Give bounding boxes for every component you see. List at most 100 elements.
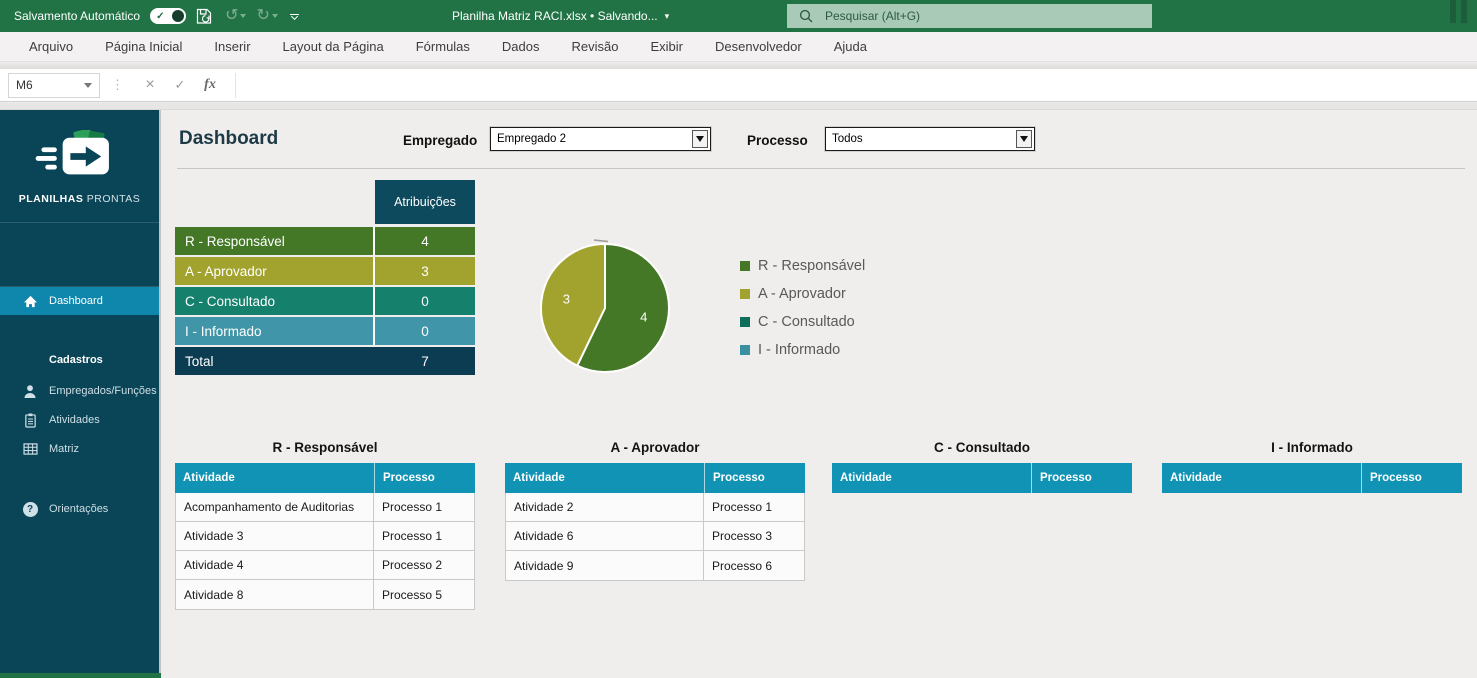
table-header-row: Atividade Processo: [505, 463, 805, 493]
sidebar-item-matriz[interactable]: Matriz: [0, 435, 159, 463]
clipboard-icon: [22, 413, 38, 428]
brand-name: PLANILHAS PRONTAS: [0, 193, 159, 205]
summary-total-label: Total: [185, 353, 214, 369]
chevron-down-icon: [696, 136, 704, 142]
tab-ajuda[interactable]: Ajuda: [818, 32, 883, 61]
table-header-cell: Atividade: [505, 463, 705, 493]
table-cell: Processo 1: [382, 500, 443, 514]
table-cell: Atividade 9: [506, 551, 704, 580]
legend-label: C - Consultado: [758, 314, 855, 330]
sidebar-section-cadastros: Cadastros: [49, 354, 103, 366]
search-input[interactable]: [825, 9, 1105, 23]
undo-button[interactable]: ↺: [225, 4, 247, 28]
scrollbar[interactable]: [1450, 0, 1456, 23]
legend-swatch: [740, 289, 750, 299]
sidebar-item-label: Empregados/Funções: [49, 385, 157, 397]
toggle-check-icon: ✓: [156, 10, 165, 22]
save-icon[interactable]: [196, 4, 215, 28]
tab-exibir[interactable]: Exibir: [634, 32, 699, 61]
table-informado: Atividade Processo: [1162, 463, 1462, 493]
table-cell: Processo 1: [712, 500, 773, 514]
summary-row-value: 3: [421, 263, 429, 279]
table-title-responsavel: R - Responsável: [272, 440, 378, 455]
dashboard-content: Dashboard Empregado Empregado 2 Processo…: [163, 110, 1477, 678]
table-header-cell: Atividade: [1162, 463, 1362, 493]
tab-arquivo[interactable]: Arquivo: [13, 32, 89, 61]
confirm-entry-button[interactable]: ✓: [165, 77, 195, 93]
table-row: Atividade 9 Processo 6: [506, 551, 804, 580]
search-box[interactable]: [787, 4, 1152, 28]
summary-row-aprovador: A - Aprovador 3: [175, 257, 475, 285]
legend-item: I - Informado: [740, 340, 865, 360]
document-title[interactable]: Planilha Matriz RACI.xlsx • Salvando... …: [452, 0, 669, 32]
table-cell: Processo 3: [712, 529, 773, 543]
summary-row-consultado: C - Consultado 0: [175, 287, 475, 315]
home-icon: [22, 295, 38, 308]
redo-icon: ↻: [256, 7, 270, 24]
table-cell: Atividade 3: [176, 522, 374, 550]
summary-row-label: A - Aprovador: [175, 257, 375, 285]
ribbon-tab-bar: Arquivo Página Inicial Inserir Layout da…: [0, 32, 1477, 62]
customize-toolbar-button[interactable]: [289, 12, 299, 20]
tab-inserir[interactable]: Inserir: [198, 32, 266, 61]
empregado-dropdown[interactable]: Empregado 2: [490, 127, 711, 151]
table-header-row: Atividade Processo: [832, 463, 1132, 493]
sidebar-item-label: Dashboard: [49, 295, 103, 307]
dropdown-arrow-button[interactable]: [692, 130, 708, 148]
legend-label: R - Responsável: [758, 258, 866, 274]
processo-dropdown[interactable]: Todos: [825, 127, 1035, 151]
tab-layout-da-pagina[interactable]: Layout da Página: [267, 32, 400, 61]
tab-dados[interactable]: Dados: [486, 32, 556, 61]
summary-total-value: 7: [421, 353, 429, 369]
table-cell: Processo 1: [382, 529, 443, 543]
title-caret-icon: ▾: [664, 10, 670, 21]
brand-logo: PLANILHAS PRONTAS: [0, 128, 159, 205]
table-row: Atividade 6 Processo 3: [506, 522, 804, 551]
table-header-cell: Processo: [383, 472, 435, 484]
tab-revisao[interactable]: Revisão: [556, 32, 635, 61]
table-row: Atividade 2 Processo 1: [506, 493, 804, 522]
quick-access-toolbar: Salvamento Automático ✓ ↺ ↻: [14, 0, 299, 32]
table-cell: Atividade 6: [506, 522, 704, 550]
search-icon: [799, 9, 813, 23]
brand-name-bold: PLANILHAS: [18, 193, 84, 205]
tab-pagina-inicial[interactable]: Página Inicial: [89, 32, 198, 61]
formula-bar: M6 ⋮ × ✓ fx: [0, 69, 1477, 102]
sidebar-item-dashboard[interactable]: Dashboard: [0, 287, 159, 315]
table-header-row: Atividade Processo: [1162, 463, 1462, 493]
cancel-entry-button[interactable]: ×: [135, 76, 165, 94]
processo-label: Processo: [747, 133, 808, 148]
legend-item: A - Aprovador: [740, 284, 865, 304]
empregado-label: Empregado: [403, 133, 478, 148]
insert-function-button[interactable]: fx: [195, 77, 225, 93]
table-title-aprovador: A - Aprovador: [610, 440, 700, 455]
sidebar-item-atividades[interactable]: Atividades: [0, 406, 159, 434]
table-header-cell: Atividade: [175, 463, 375, 493]
table-cell: Processo 6: [712, 558, 773, 573]
legend-label: A - Aprovador: [758, 286, 846, 302]
document-title-text: Planilha Matriz RACI.xlsx • Salvando...: [452, 9, 658, 23]
scrollbar[interactable]: [1461, 0, 1467, 23]
pie-chart: 43: [540, 239, 670, 373]
formula-input[interactable]: [240, 72, 1477, 98]
table-header-row: Atividade Processo: [175, 463, 475, 493]
name-box[interactable]: M6: [8, 72, 100, 98]
table-body: Acompanhamento de Auditorias Processo 1 At…: [175, 493, 475, 610]
sidebar-item-orientacoes[interactable]: ? Orientações: [0, 495, 159, 523]
autosave-toggle[interactable]: ✓: [150, 8, 187, 24]
redo-button[interactable]: ↻: [256, 4, 278, 28]
table-responsavel: Atividade Processo Acompanhamento de Audit…: [175, 463, 475, 610]
table-row: Atividade 4 Processo 2: [176, 551, 474, 580]
tab-formulas[interactable]: Fórmulas: [400, 32, 486, 61]
empregado-dropdown-value: Empregado 2: [497, 133, 567, 145]
summary-row-responsavel: R - Responsável 4: [175, 227, 475, 255]
table-row: Atividade 3 Processo 1: [176, 522, 474, 551]
sheet-tab-strip: [0, 673, 161, 678]
summary-row-value: 0: [421, 323, 429, 339]
cell-reference: M6: [16, 78, 33, 92]
sidebar-item-empregados-funcoes[interactable]: Empregados/Funções: [0, 377, 159, 405]
dropdown-arrow-button[interactable]: [1016, 130, 1032, 148]
page-title: Dashboard: [179, 128, 279, 149]
excel-window: Salvamento Automático ✓ ↺ ↻ Planilha Mat…: [0, 0, 1477, 678]
tab-desenvolvedor[interactable]: Desenvolvedor: [699, 32, 818, 61]
